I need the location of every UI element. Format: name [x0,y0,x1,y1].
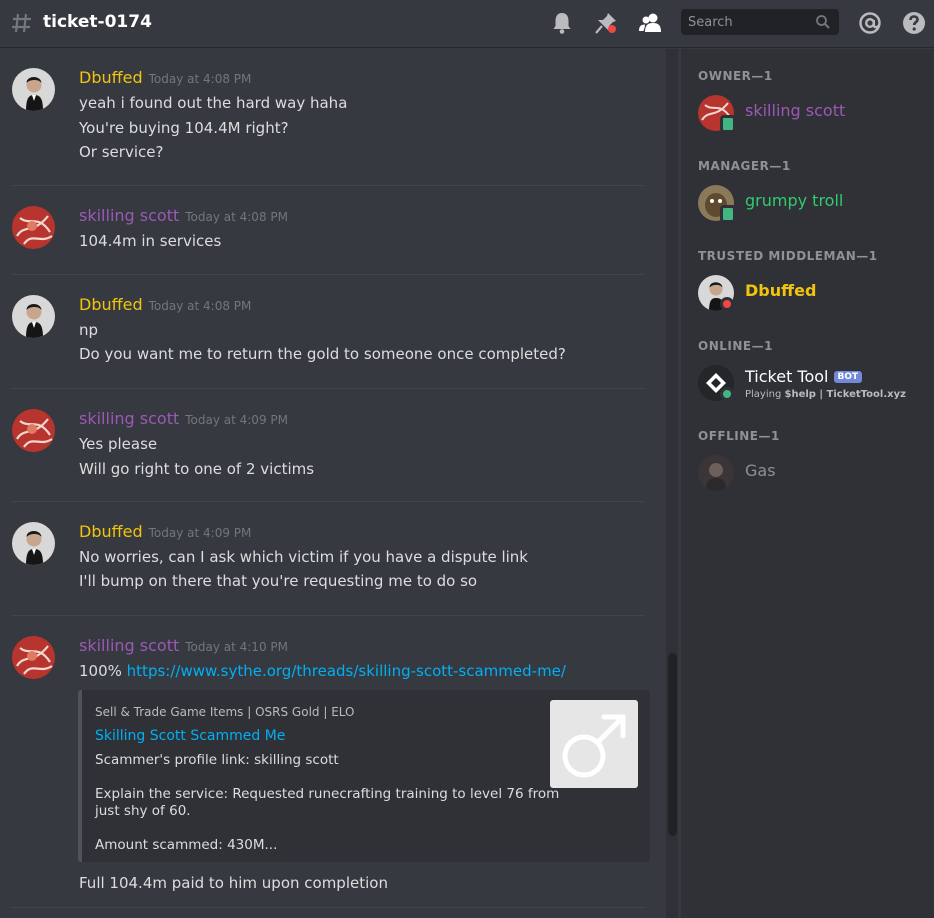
embed-description: Explain the service: Requested runecraft… [95,786,560,802]
member-gas[interactable]: Gas [698,455,924,495]
search-box [681,9,839,35]
avatar [698,455,734,491]
message-header: skilling scott Today at 4:10 PM [79,636,288,655]
pin-icon[interactable] [593,10,619,36]
member-group-title: ONLINE—1 [698,339,773,353]
thread-link[interactable]: https://www.sythe.org/threads/skilling-s… [127,662,566,680]
online-status-icon [720,387,734,401]
divider [12,615,644,616]
message-header: Dbuffed Today at 4:08 PM [79,295,251,314]
message-text: I'll bump on there that you're requestin… [79,572,478,590]
timestamp: Today at 4:08 PM [148,299,252,313]
embed-thumbnail[interactable] [550,700,638,788]
channel-name: ticket-0174 [43,12,152,32]
link-embed: Sell & Trade Game Items | OSRS Gold | EL… [78,690,650,862]
timestamp: Today at 4:10 PM [185,640,288,654]
member-ticket-tool[interactable]: Ticket Tool BOT Playing $help | TicketToo… [698,365,924,405]
avatar[interactable] [12,636,55,679]
scrollbar-thumb[interactable] [668,653,677,836]
message-text: np [79,321,99,339]
members-icon[interactable] [637,10,663,36]
member-activity: Playing $help | TicketTool.xyz [745,389,906,400]
message-list: Dbuffed Today at 4:08 PM yeah i found out… [0,49,662,918]
author-name[interactable]: skilling scott [79,206,179,225]
divider [12,388,644,389]
avatar[interactable] [12,522,55,565]
timestamp: Today at 4:08 PM [148,72,252,86]
author-name[interactable]: Dbuffed [79,68,143,87]
bell-icon[interactable] [549,10,575,36]
message-text: Or service? [79,143,164,161]
author-name[interactable]: skilling scott [79,409,179,428]
divider [12,274,644,275]
member-list: OWNER—1 skilling scott MANAGER—1 grumpy … [681,49,934,918]
member-name: skilling scott [745,101,846,120]
timestamp: Today at 4:09 PM [185,413,288,427]
message-text: 100% https://www.sythe.org/threads/skill… [79,662,566,680]
message-header: Dbuffed Today at 4:08 PM [79,68,251,87]
member-group-title: TRUSTED MIDDLEMAN—1 [698,249,878,263]
embed-description: Scammer's profile link: skilling scott [95,752,339,768]
member-name: grumpy troll [745,191,844,210]
avatar[interactable] [12,68,55,111]
member-skilling-scott[interactable]: skilling scott [698,95,924,135]
member-dbuffed[interactable]: Dbuffed [698,275,924,315]
hash-icon [12,13,31,33]
dnd-status-icon [720,297,734,311]
divider [12,907,644,908]
member-grumpy-troll[interactable]: grumpy troll [698,185,924,225]
search-input[interactable] [681,9,811,35]
message-text: yeah i found out the hard way haha [79,94,348,112]
avatar[interactable] [12,409,55,452]
message-text: Do you want me to return the gold to som… [79,345,566,363]
message-text-prefix: 100% [79,662,122,680]
member-group-title: OWNER—1 [698,69,773,83]
male-symbol-icon [562,714,626,778]
avatar[interactable] [12,206,55,249]
member-name-text: Ticket Tool [745,367,829,386]
mention-icon[interactable] [857,10,883,36]
author-name[interactable]: Dbuffed [79,522,143,541]
divider [12,501,644,502]
message-text: Full 104.4m paid to him upon completion [79,874,388,892]
member-group-title: MANAGER—1 [698,159,791,173]
message-text: 104.4m in services [79,232,222,250]
timestamp: Today at 4:08 PM [185,210,288,224]
message-text: Yes please [79,435,158,453]
message-header: skilling scott Today at 4:08 PM [79,206,288,225]
message-text: No worries, can I ask which victim if yo… [79,548,528,566]
message-header: Dbuffed Today at 4:09 PM [79,522,251,541]
member-activity-text: $help | TicketTool.xyz [784,389,906,400]
embed-provider[interactable]: Sell & Trade Game Items | OSRS Gold | EL… [95,705,354,719]
message-header: skilling scott Today at 4:09 PM [79,409,288,428]
member-name: Ticket Tool BOT [745,367,863,386]
author-name[interactable]: Dbuffed [79,295,143,314]
member-name: Dbuffed [745,281,817,300]
mobile-status-icon [720,205,736,223]
embed-description: Amount scammed: 430M... [95,837,278,853]
divider [12,185,644,186]
member-group-title: OFFLINE—1 [698,429,780,443]
help-icon[interactable] [901,10,927,36]
timestamp: Today at 4:09 PM [148,526,252,540]
author-name[interactable]: skilling scott [79,636,179,655]
channel-header: ticket-0174 [0,0,934,48]
mobile-status-icon [720,115,736,133]
avatar[interactable] [12,295,55,338]
member-activity-prefix: Playing [745,389,785,400]
member-name: Gas [745,461,776,480]
search-icon[interactable] [815,14,831,30]
embed-title[interactable]: Skilling Scott Scammed Me [95,728,285,744]
bot-tag: BOT [833,371,863,383]
embed-description: just shy of 60. [95,803,191,819]
message-text: Will go right to one of 2 victims [79,460,315,478]
message-text: You're buying 104.4M right? [79,119,289,137]
